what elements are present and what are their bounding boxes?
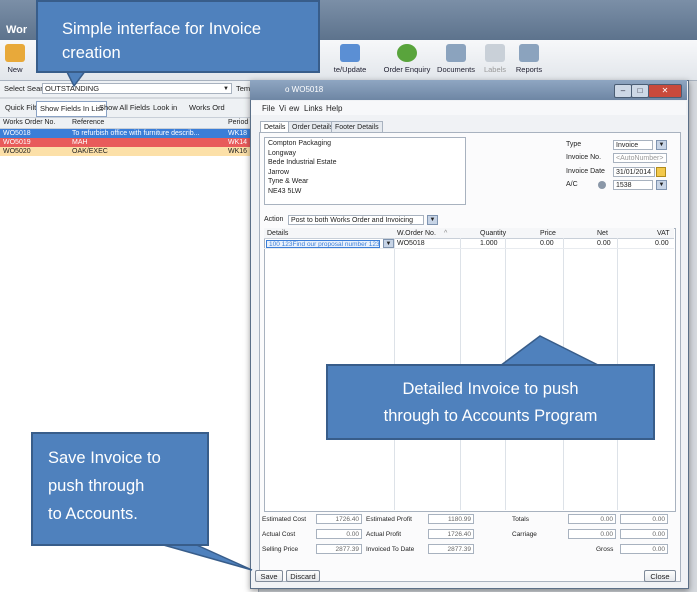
callout-arrow [159,541,253,571]
callout-arrow [497,335,601,367]
callout-simple-interface: Simple interface for Invoice creation [36,0,320,73]
callout-save-invoice: Save Invoice to push through to Accounts… [31,432,209,546]
callout-detailed-invoice: Detailed Invoice to push through to Acco… [326,364,655,440]
